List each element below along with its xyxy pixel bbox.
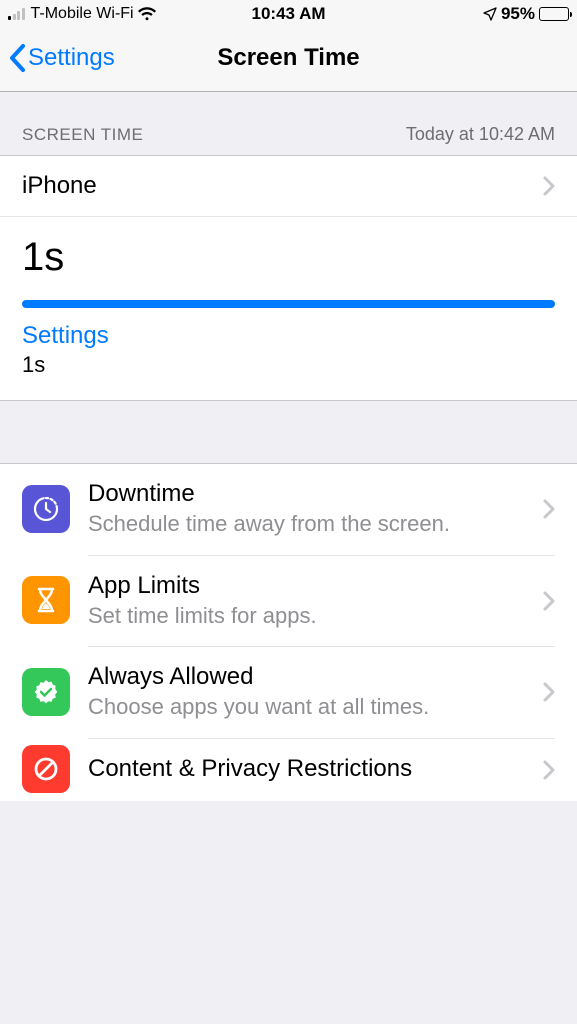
option-app-limits[interactable]: App Limits Set time limits for apps. — [0, 555, 577, 647]
top-category-link[interactable]: Settings — [22, 322, 555, 350]
wifi-icon — [138, 7, 156, 21]
option-title: Content & Privacy Restrictions — [88, 755, 543, 783]
carrier-label: T-Mobile Wi-Fi — [31, 5, 134, 23]
option-title: App Limits — [88, 572, 543, 600]
status-right: 95% — [483, 4, 569, 24]
back-label: Settings — [28, 44, 115, 72]
prohibit-icon — [22, 745, 70, 793]
option-title: Always Allowed — [88, 663, 543, 691]
section-timestamp: Today at 10:42 AM — [406, 124, 555, 145]
options-list: Downtime Schedule time away from the scr… — [0, 463, 577, 801]
chevron-left-icon — [8, 43, 26, 73]
battery-percentage: 95% — [501, 4, 535, 24]
device-name: iPhone — [22, 172, 97, 200]
option-downtime[interactable]: Downtime Schedule time away from the scr… — [0, 464, 577, 555]
status-bar: T-Mobile Wi-Fi 10:43 AM 95% — [0, 0, 577, 28]
section-gap — [0, 401, 577, 463]
total-time: 1s — [22, 235, 555, 280]
hourglass-icon — [22, 576, 70, 624]
summary-body: 1s Settings 1s — [0, 217, 577, 400]
chevron-right-icon — [543, 499, 555, 519]
section-header: SCREEN TIME Today at 10:42 AM — [0, 92, 577, 155]
check-seal-icon — [22, 668, 70, 716]
option-desc: Choose apps you want at all times. — [88, 693, 543, 722]
chevron-right-icon — [543, 682, 555, 702]
usage-summary: iPhone 1s Settings 1s — [0, 155, 577, 401]
option-content-restrictions[interactable]: Content & Privacy Restrictions — [0, 738, 577, 801]
usage-bar — [22, 300, 555, 308]
back-button[interactable]: Settings — [8, 43, 115, 73]
option-title: Downtime — [88, 480, 543, 508]
page-title: Screen Time — [217, 44, 359, 72]
nav-bar: Settings Screen Time — [0, 28, 577, 92]
option-desc: Set time limits for apps. — [88, 602, 543, 631]
top-category-time: 1s — [22, 352, 555, 378]
option-desc: Schedule time away from the screen. — [88, 510, 543, 539]
chevron-right-icon — [543, 176, 555, 196]
section-label: SCREEN TIME — [22, 125, 143, 145]
battery-icon — [539, 7, 569, 21]
device-row[interactable]: iPhone — [0, 156, 577, 217]
location-icon — [483, 7, 497, 21]
downtime-icon — [22, 485, 70, 533]
status-left: T-Mobile Wi-Fi — [8, 5, 156, 23]
signal-bars-icon — [8, 8, 25, 20]
chevron-right-icon — [543, 591, 555, 611]
chevron-right-icon — [543, 760, 555, 780]
option-always-allowed[interactable]: Always Allowed Choose apps you want at a… — [0, 646, 577, 738]
status-time: 10:43 AM — [251, 4, 325, 24]
